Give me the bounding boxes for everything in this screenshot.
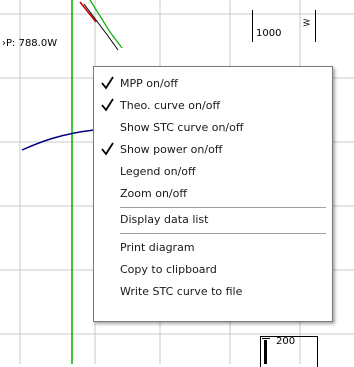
menu-item-copy-clipboard[interactable]: Copy to clipboard (94, 259, 332, 281)
bottom-tick-mark (262, 338, 270, 339)
menu-item-label: Show power on/off (120, 143, 223, 156)
menu-item-label: Copy to clipboard (120, 263, 217, 276)
checkmark-icon (100, 97, 116, 115)
menu-item-label: Write STC curve to file (120, 285, 243, 298)
menu-item-label: Display data list (120, 213, 209, 226)
menu-item-theo-curve-toggle[interactable]: Theo. curve on/off (94, 95, 332, 117)
power-tick-label: 1000 (256, 28, 282, 39)
menu-item-stc-curve-toggle[interactable]: Show STC curve on/off (94, 117, 332, 139)
menu-item-label: MPP on/off (120, 77, 178, 90)
mpp-readout: ›P: 788.0W (2, 38, 58, 49)
menu-item-zoom-toggle[interactable]: Zoom on/off (94, 183, 332, 205)
menu-item-legend-toggle[interactable]: Legend on/off (94, 161, 332, 183)
menu-item-print-diagram[interactable]: Print diagram (94, 237, 332, 259)
menu-item-display-data-list[interactable]: Display data list (94, 209, 332, 231)
menu-item-write-stc-curve[interactable]: Write STC curve to file (94, 281, 332, 303)
menu-item-label: Theo. curve on/off (120, 99, 221, 112)
menu-item-label: Zoom on/off (120, 187, 187, 200)
checkmark-icon (100, 141, 116, 159)
blue-curve (21, 129, 95, 151)
chart-context-menu: MPP on/off Theo. curve on/off Show STC c… (93, 66, 333, 322)
black-curve (83, 3, 119, 51)
checkmark-icon (100, 75, 116, 93)
menu-separator (120, 233, 326, 234)
menu-item-power-toggle[interactable]: Show power on/off (94, 139, 332, 161)
menu-item-mpp-toggle[interactable]: MPP on/off (94, 73, 332, 95)
menu-separator (120, 207, 326, 208)
menu-item-label: Show STC curve on/off (120, 121, 244, 134)
power-unit-label: W (302, 18, 312, 27)
menu-item-label: Legend on/off (120, 165, 196, 178)
menu-item-label: Print diagram (120, 241, 195, 254)
bottom-tick-label: 200 (276, 336, 296, 347)
